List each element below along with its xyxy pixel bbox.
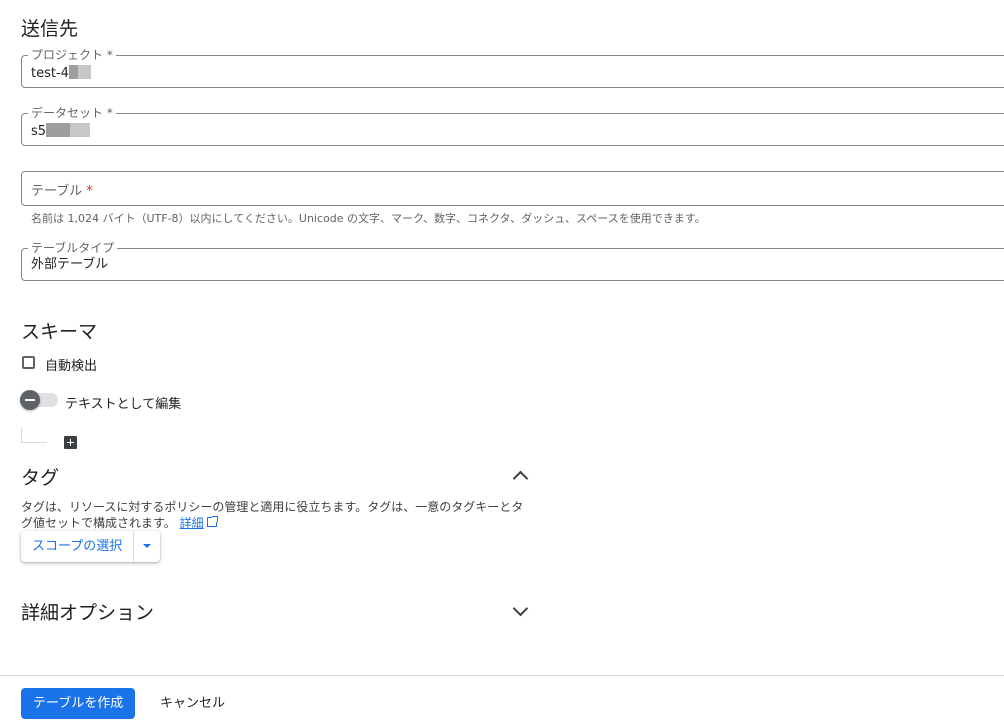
advanced-options-expand-button[interactable]: [510, 600, 530, 620]
table-name-placeholder: テーブル *: [31, 180, 93, 199]
dataset-label-text: データセット: [31, 106, 104, 120]
tags-description: タグは、リソースに対するポリシーの管理と適用に役立ちます。タグは、一意のタグキー…: [21, 499, 531, 531]
table-name-input[interactable]: テーブル *: [21, 171, 1004, 206]
project-value: test-4: [31, 65, 91, 82]
scope-select-button[interactable]: スコープの選択: [21, 531, 161, 562]
table-type-select[interactable]: テーブルタイプ 外部テーブル: [21, 240, 1004, 281]
project-value-text: test-4: [31, 66, 69, 81]
table-name-hint: 名前は 1,024 バイト（UTF-8）以内にしてください。Unicode の文…: [31, 212, 706, 225]
table-type-value: 外部テーブル: [31, 257, 109, 272]
advanced-options-title: 詳細オプション: [21, 602, 155, 624]
tags-description-text: タグは、リソースに対するポリシーの管理と適用に役立ちます。タグは、一意のタグキー…: [21, 500, 524, 530]
redaction-mask: [68, 65, 78, 79]
dataset-value: s5: [31, 123, 91, 140]
required-mark: *: [106, 106, 113, 120]
dataset-field[interactable]: データセット * s5: [21, 105, 1004, 146]
add-field-icon[interactable]: [64, 436, 77, 449]
chevron-down-icon: [512, 600, 529, 617]
dataset-field-label: データセット *: [28, 105, 116, 121]
project-field-label: プロジェクト *: [28, 47, 116, 63]
redaction-mask: [46, 123, 71, 137]
dataset-value-text: s5: [31, 124, 47, 139]
table-type-label: テーブルタイプ: [28, 240, 118, 256]
tags-collapse-button[interactable]: [510, 466, 530, 487]
edit-as-text-label: テキストとして編集: [65, 397, 182, 412]
project-field[interactable]: プロジェクト * test-4: [21, 47, 1004, 88]
footer-divider: [0, 675, 1004, 676]
create-table-button[interactable]: テーブルを作成: [21, 688, 136, 719]
schema-empty-cell: [21, 427, 47, 443]
cancel-button[interactable]: キャンセル: [160, 688, 225, 719]
external-link-icon: [206, 516, 218, 527]
edit-as-text-toggle[interactable]: [20, 390, 60, 410]
auto-detect-checkbox[interactable]: [22, 356, 35, 369]
toggle-knob: [20, 390, 40, 410]
tags-title: タグ: [21, 467, 60, 489]
schema-title: スキーマ: [21, 321, 98, 343]
project-label-text: プロジェクト: [31, 48, 104, 62]
required-mark: *: [86, 184, 93, 199]
required-mark: *: [106, 48, 113, 62]
tags-details-link[interactable]: 詳細: [180, 516, 204, 530]
chevron-up-icon: [512, 470, 529, 487]
destination-title: 送信先: [21, 18, 79, 40]
dropdown-arrow-icon[interactable]: [134, 531, 160, 562]
table-placeholder-text: テーブル: [31, 184, 83, 199]
scope-select-label[interactable]: スコープの選択: [21, 531, 135, 562]
auto-detect-label: 自動検出: [45, 359, 98, 374]
redaction-mask: [70, 123, 91, 137]
redaction-mask: [77, 65, 91, 79]
